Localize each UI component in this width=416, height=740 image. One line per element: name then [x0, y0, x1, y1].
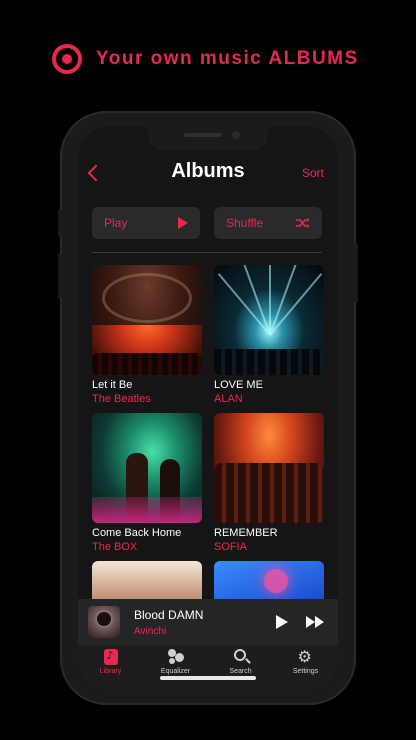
page-title: Albums [171, 160, 245, 182]
album-artist: SOFIA [214, 541, 248, 553]
tab-label: Settings [292, 668, 319, 675]
now-playing-title: Blood DAMN [134, 607, 204, 622]
shuffle-button[interactable]: Shuffle [214, 207, 322, 239]
album-cover [92, 265, 202, 375]
tab-settings[interactable]: ⚙ Settings [276, 649, 336, 689]
tab-library[interactable]: Library [81, 649, 141, 689]
album-artist: The BOX [92, 541, 138, 553]
album-title: REMEMBER [214, 527, 278, 539]
tab-label: Search [229, 668, 252, 675]
equalizer-icon [167, 649, 184, 665]
album-cover [214, 413, 324, 523]
phone-side-button [58, 253, 62, 299]
promo-header: Your own music ALBUMS [52, 44, 359, 74]
music-note-icon [103, 649, 118, 665]
tab-bar: Library Equalizer Search ⚙ Settings [78, 645, 338, 689]
tab-equalizer[interactable]: Equalizer [146, 649, 206, 689]
album-title: LOVE ME [214, 379, 263, 391]
play-icon [178, 217, 188, 229]
record-icon [52, 44, 82, 74]
front-camera [232, 131, 240, 139]
tab-label: Library [99, 668, 122, 675]
phone-notch [148, 127, 268, 151]
album-title: Come Back Home [92, 527, 182, 539]
now-playing-artist: Avinchi [134, 625, 167, 637]
tab-search[interactable]: Search [211, 649, 271, 689]
phone-side-button [58, 209, 62, 237]
now-playing-artwork [88, 606, 120, 638]
home-indicator [160, 676, 256, 680]
promo-headline: Your own music ALBUMS [96, 48, 359, 69]
album-title: Let it Be [92, 379, 133, 391]
album-card[interactable]: Let it Be The Beatles [92, 265, 202, 405]
speaker-grille [184, 133, 222, 137]
shuffle-icon [296, 218, 310, 228]
album-artist: ALAN [214, 393, 243, 405]
fast-forward-icon[interactable] [306, 616, 324, 628]
play-button-label: Play [104, 216, 128, 230]
sort-button[interactable]: Sort [302, 166, 324, 180]
album-cover [214, 265, 324, 375]
divider [92, 252, 322, 253]
search-icon [233, 649, 246, 661]
gear-icon: ⚙ [297, 647, 312, 666]
album-card[interactable]: Come Back Home The BOX [92, 413, 202, 553]
tab-label: Equalizer [160, 668, 191, 675]
now-playing-bar[interactable]: Blood DAMN Avinchi [78, 599, 338, 645]
shuffle-button-label: Shuffle [226, 216, 264, 230]
phone-side-button [354, 243, 358, 303]
phone-frame: Albums Sort Play Shuffle Let it Be The B… [58, 113, 358, 703]
album-artist: The Beatles [92, 393, 151, 405]
now-playing-info: Blood DAMN Avinchi [134, 608, 276, 637]
album-card[interactable]: REMEMBER SOFIA [214, 413, 324, 553]
album-card[interactable]: LOVE ME ALAN [214, 265, 324, 405]
play-button[interactable]: Play [92, 207, 200, 239]
album-cover [92, 413, 202, 523]
play-icon[interactable] [276, 615, 288, 629]
app-screen: Albums Sort Play Shuffle Let it Be The B… [78, 127, 338, 689]
